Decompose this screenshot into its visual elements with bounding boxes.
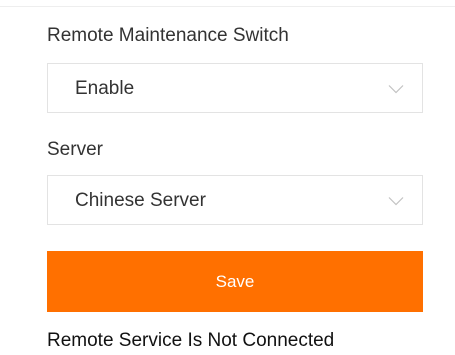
- chevron-down-icon: [388, 81, 404, 94]
- chevron-down-icon: [388, 193, 404, 206]
- top-divider: [0, 6, 455, 7]
- remote-maintenance-switch-select[interactable]: Enable: [47, 63, 423, 113]
- save-button[interactable]: Save: [47, 251, 423, 312]
- server-value: Chinese Server: [75, 190, 206, 211]
- remote-maintenance-switch-value: Enable: [75, 78, 135, 99]
- remote-maintenance-switch-label: Remote Maintenance Switch: [47, 25, 289, 46]
- server-label: Server: [47, 139, 103, 160]
- server-select[interactable]: Chinese Server: [47, 175, 423, 225]
- connection-status-text: Remote Service Is Not Connected: [47, 330, 335, 351]
